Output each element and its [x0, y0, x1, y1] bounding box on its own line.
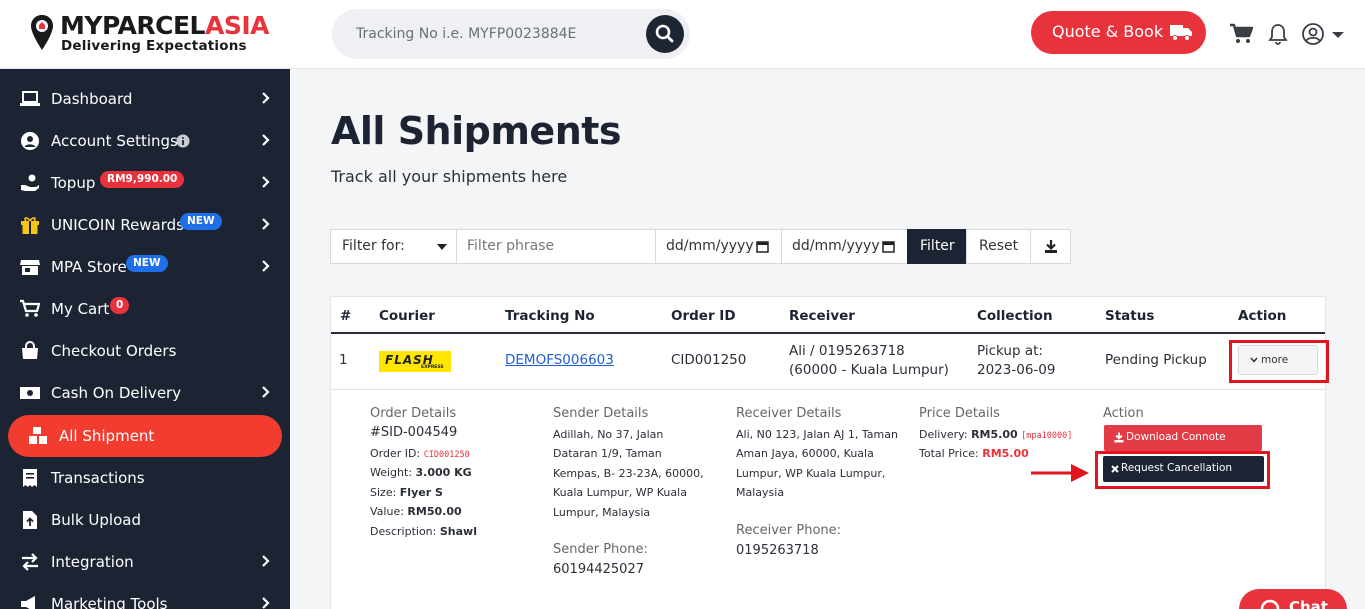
brand-name: MYPARCELASIA — [60, 11, 269, 40]
arrow-right-icon — [1031, 464, 1089, 482]
sidebar-item-account-settings[interactable]: Account Settings — [0, 121, 290, 161]
date-from-input[interactable]: dd/mm/yyyy — [655, 229, 782, 264]
money-bill-icon — [20, 387, 40, 399]
brand-tagline: Delivering Expectations — [61, 38, 247, 54]
sidebar-item-my-cart[interactable]: My Cart 0 — [0, 289, 290, 329]
sidebar-item-dashboard[interactable]: Dashboard — [0, 79, 290, 119]
page-subtitle: Track all your shipments here — [331, 167, 568, 186]
highlight-box-more — [1229, 340, 1329, 383]
calendar-icon[interactable] — [882, 240, 895, 253]
column-header: Action — [1238, 308, 1287, 324]
exchange-icon — [22, 553, 38, 571]
column-header: Status — [1105, 308, 1155, 324]
laptop-icon — [20, 91, 40, 106]
sidebar-item-mpa-store[interactable]: MPA Store NEW — [0, 247, 290, 287]
cart-plus-icon — [20, 299, 40, 317]
column-header: Tracking No — [505, 308, 595, 324]
sidebar-item-cash-on-delivery[interactable]: Cash On Delivery — [0, 373, 290, 413]
filter-button[interactable]: Filter — [907, 229, 967, 264]
caret-down-icon — [437, 244, 447, 250]
sidebar-item-checkout-orders[interactable]: Checkout Orders — [0, 331, 290, 371]
megaphone-icon — [21, 596, 35, 609]
user-account-icon[interactable] — [1301, 22, 1325, 46]
date-to-input[interactable]: dd/mm/yyyy — [781, 229, 908, 264]
sidebar-item-unicoin-rewards[interactable]: UNICOIN Rewards NEW — [0, 205, 290, 245]
chevron-right-icon — [262, 386, 270, 398]
calendar-icon[interactable] — [756, 240, 769, 253]
chevron-right-icon — [262, 555, 270, 567]
tracking-number-link[interactable]: DEMOFS006603 — [505, 351, 614, 370]
search-icon — [655, 24, 674, 43]
column-header: Receiver — [789, 308, 855, 324]
page-title: All Shipments — [331, 109, 622, 153]
new-badge: NEW — [180, 213, 222, 230]
sidebar-item-bulk-upload[interactable]: Bulk Upload — [0, 500, 290, 540]
top-header: MYPARCELASIA Delivering Expectations Quo… — [0, 0, 1365, 69]
export-button[interactable] — [1030, 229, 1071, 264]
sidebar: Dashboard Account Settings Topup RM9,990… — [0, 69, 290, 609]
chevron-right-icon — [262, 260, 270, 272]
filter-phrase-input[interactable]: Filter phrase — [456, 229, 656, 264]
chevron-right-icon — [262, 134, 270, 146]
brand-logo[interactable]: MYPARCELASIA Delivering Expectations — [30, 12, 280, 56]
flash-express-logo: FLASH EXPRESS — [379, 351, 451, 372]
tracking-search-input[interactable] — [356, 22, 626, 46]
boxes-icon — [29, 427, 47, 444]
filter-for-select[interactable]: Filter for: — [330, 229, 457, 264]
row-divider — [331, 389, 1325, 390]
user-circle-icon — [21, 132, 39, 150]
download-icon — [1045, 240, 1057, 253]
chevron-right-icon — [262, 92, 270, 104]
new-badge: NEW — [126, 255, 168, 272]
store-icon — [20, 260, 40, 275]
shopping-bag-icon — [22, 341, 38, 359]
cart-icon[interactable] — [1229, 22, 1253, 46]
sidebar-item-transactions[interactable]: Transactions — [0, 458, 290, 498]
sidebar-item-topup[interactable]: Topup RM9,990.00 — [0, 163, 290, 203]
download-icon — [1114, 432, 1124, 443]
sidebar-item-all-shipment[interactable]: All Shipment — [8, 415, 282, 457]
header-divider — [331, 332, 1325, 334]
tracking-search — [332, 9, 690, 59]
chevron-right-icon — [262, 597, 270, 609]
chevron-right-icon — [262, 176, 270, 188]
sidebar-item-marketing-tools[interactable]: Marketing Tools — [0, 584, 290, 609]
gift-icon — [21, 217, 39, 234]
chevron-right-icon — [262, 218, 270, 230]
location-pin-icon — [31, 15, 53, 50]
truck-icon — [1170, 25, 1192, 41]
chat-button[interactable]: Chat — [1239, 589, 1347, 609]
search-button[interactable] — [646, 15, 684, 53]
balance-badge: RM9,990.00 — [100, 171, 185, 188]
info-icon — [176, 134, 190, 148]
reset-button[interactable]: Reset — [966, 229, 1031, 264]
file-upload-icon — [23, 511, 37, 529]
cart-count-badge: 0 — [110, 297, 130, 314]
bell-icon[interactable] — [1266, 22, 1290, 46]
download-connote-button[interactable]: Download Connote — [1104, 425, 1262, 451]
column-header: # — [340, 308, 352, 324]
column-header: Order ID — [671, 308, 736, 324]
hand-coin-icon — [21, 174, 39, 191]
column-header: Courier — [379, 308, 435, 324]
caret-down-icon[interactable] — [1330, 22, 1346, 46]
column-header: Collection — [977, 308, 1053, 324]
receipt-icon — [23, 469, 37, 487]
quote-and-book-button[interactable]: Quote & Book — [1031, 11, 1206, 54]
status-text: Pending Pickup — [1105, 352, 1207, 368]
highlight-box-cancel — [1095, 451, 1270, 489]
chat-icon — [1260, 599, 1280, 609]
sidebar-item-integration[interactable]: Integration — [0, 542, 290, 582]
